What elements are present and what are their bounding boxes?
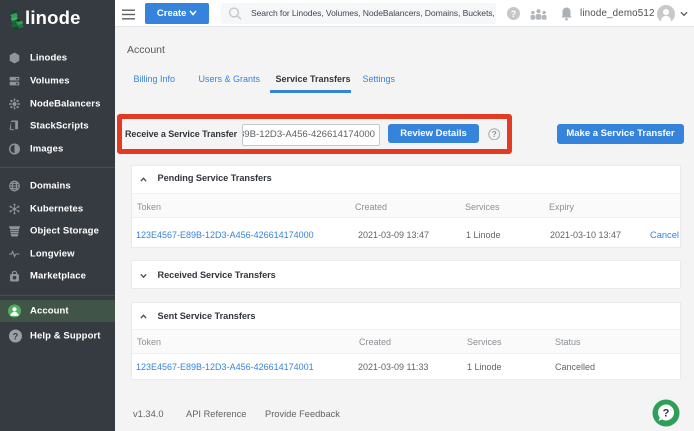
svg-text:?: ? <box>511 9 516 19</box>
svg-text:?: ? <box>663 408 670 420</box>
svg-text:?: ? <box>13 331 18 341</box>
